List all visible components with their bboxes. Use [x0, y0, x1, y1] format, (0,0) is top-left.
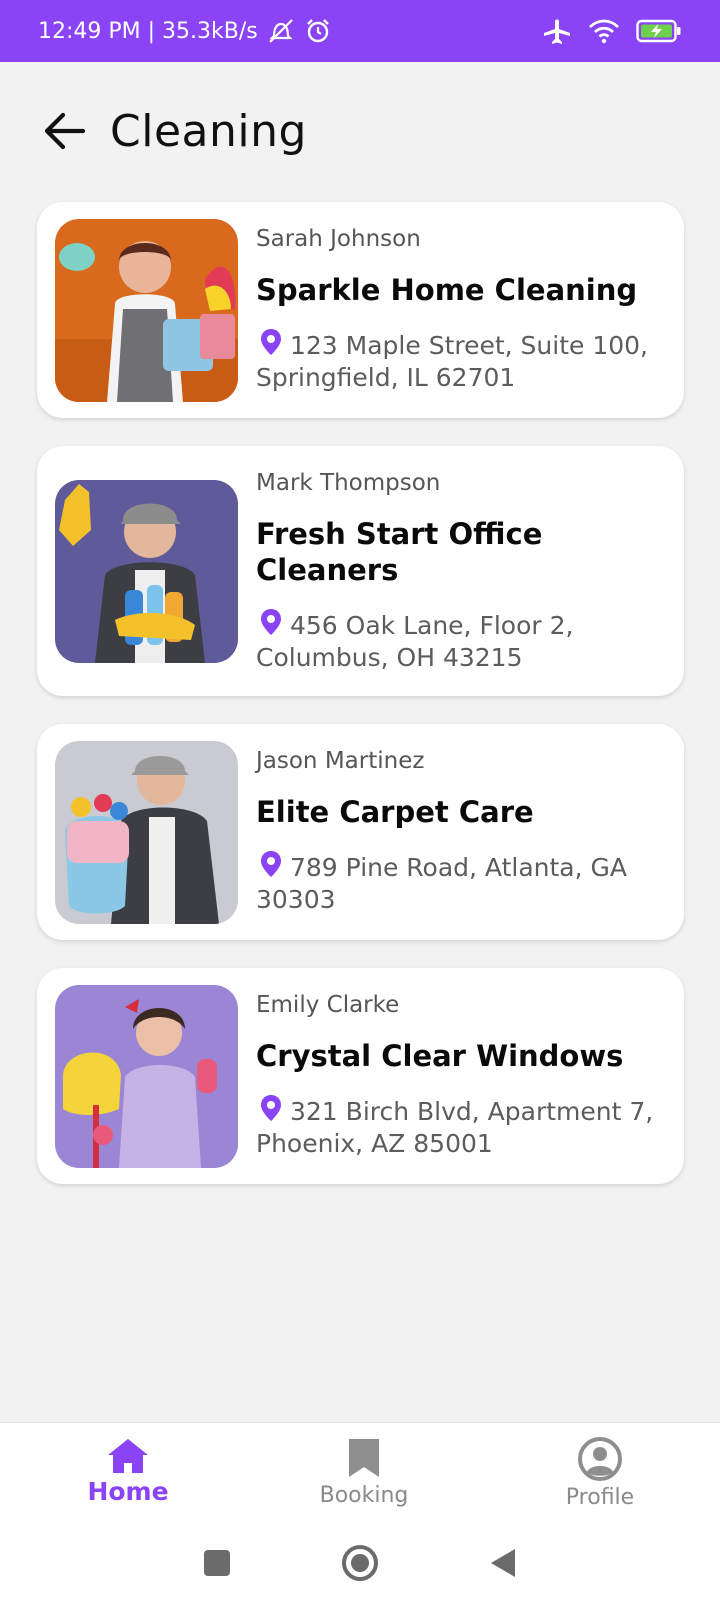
nav-home[interactable]: Home [78, 1423, 178, 1526]
muted-alarm-icon [268, 19, 293, 43]
home-circle-icon[interactable] [341, 1544, 379, 1582]
service-info: Mark Thompson Fresh Start Office Cleaner… [256, 464, 666, 678]
nav-booking-label: Booking [319, 1483, 409, 1508]
home-icon [108, 1439, 148, 1473]
address: 456 Oak Lane, Floor 2, Columbus, OH 4321… [256, 608, 666, 674]
app-header: Cleaning [0, 62, 720, 200]
address-text: 456 Oak Lane, Floor 2, Columbus, OH 4321… [256, 611, 574, 672]
address-text: 123 Maple Street, Suite 100, Springfield… [256, 331, 649, 392]
address: 789 Pine Road, Atlanta, GA 30303 [256, 850, 666, 916]
page-title: Cleaning [110, 105, 307, 157]
address: 123 Maple Street, Suite 100, Springfield… [256, 328, 666, 394]
bookmark-icon [349, 1439, 379, 1477]
arrow-left-icon [44, 112, 86, 150]
location-pin-icon [261, 1095, 281, 1121]
address: 321 Birch Blvd, Apartment 7, Phoenix, AZ… [256, 1094, 666, 1160]
owner-name: Emily Clarke [256, 992, 400, 1018]
service-info: Emily Clarke Crystal Clear Windows 321 B… [256, 986, 666, 1166]
business-name: Elite Carpet Care [256, 795, 534, 829]
location-pin-icon [261, 851, 281, 877]
service-photo [55, 984, 238, 1168]
service-photo [55, 218, 238, 402]
system-nav-bar [0, 1526, 720, 1600]
nav-home-label: Home [87, 1477, 169, 1506]
service-card[interactable]: Emily Clarke Crystal Clear Windows 321 B… [37, 968, 684, 1184]
nav-booking[interactable]: Booking [314, 1423, 414, 1526]
status-bar: 12:49 PM | 35.3kB/s [0, 0, 720, 62]
bottom-nav: Home Booking Profile [0, 1422, 720, 1526]
alarm-clock-icon [306, 19, 329, 43]
location-pin-icon [261, 329, 281, 355]
business-name: Crystal Clear Windows [256, 1039, 624, 1073]
profile-icon [578, 1437, 622, 1481]
business-name: Sparkle Home Cleaning [256, 273, 638, 307]
wifi-icon [589, 19, 619, 44]
airplane-icon [544, 19, 570, 44]
owner-name: Jason Martinez [256, 748, 425, 774]
service-card[interactable]: Sarah Johnson Sparkle Home Cleaning 123 … [37, 202, 684, 418]
status-right [542, 17, 682, 45]
back-triangle-icon[interactable] [489, 1547, 517, 1579]
business-name: Fresh Start Office Cleaners [256, 517, 543, 587]
location-pin-icon [261, 609, 281, 635]
service-card[interactable]: Mark Thompson Fresh Start Office Cleaner… [37, 446, 684, 696]
battery-charging-icon [636, 19, 681, 43]
service-info: Jason Martinez Elite Carpet Care 789 Pin… [256, 742, 666, 922]
status-left: 12:49 PM | 35.3kB/s [38, 17, 332, 45]
service-info: Sarah Johnson Sparkle Home Cleaning 123 … [256, 220, 666, 400]
recents-square-icon[interactable] [203, 1549, 231, 1577]
owner-name: Sarah Johnson [256, 226, 421, 252]
address-text: 789 Pine Road, Atlanta, GA 30303 [256, 853, 627, 914]
status-time-speed: 12:49 PM | 35.3kB/s [38, 18, 258, 44]
service-list: Sarah Johnson Sparkle Home Cleaning 123 … [37, 202, 684, 1212]
service-photo [55, 740, 238, 924]
nav-profile-label: Profile [565, 1485, 635, 1510]
address-text: 321 Birch Blvd, Apartment 7, Phoenix, AZ… [256, 1097, 654, 1158]
service-card[interactable]: Jason Martinez Elite Carpet Care 789 Pin… [37, 724, 684, 940]
service-photo [55, 479, 238, 663]
nav-profile[interactable]: Profile [550, 1423, 650, 1526]
back-button[interactable] [42, 108, 88, 154]
owner-name: Mark Thompson [256, 470, 441, 496]
